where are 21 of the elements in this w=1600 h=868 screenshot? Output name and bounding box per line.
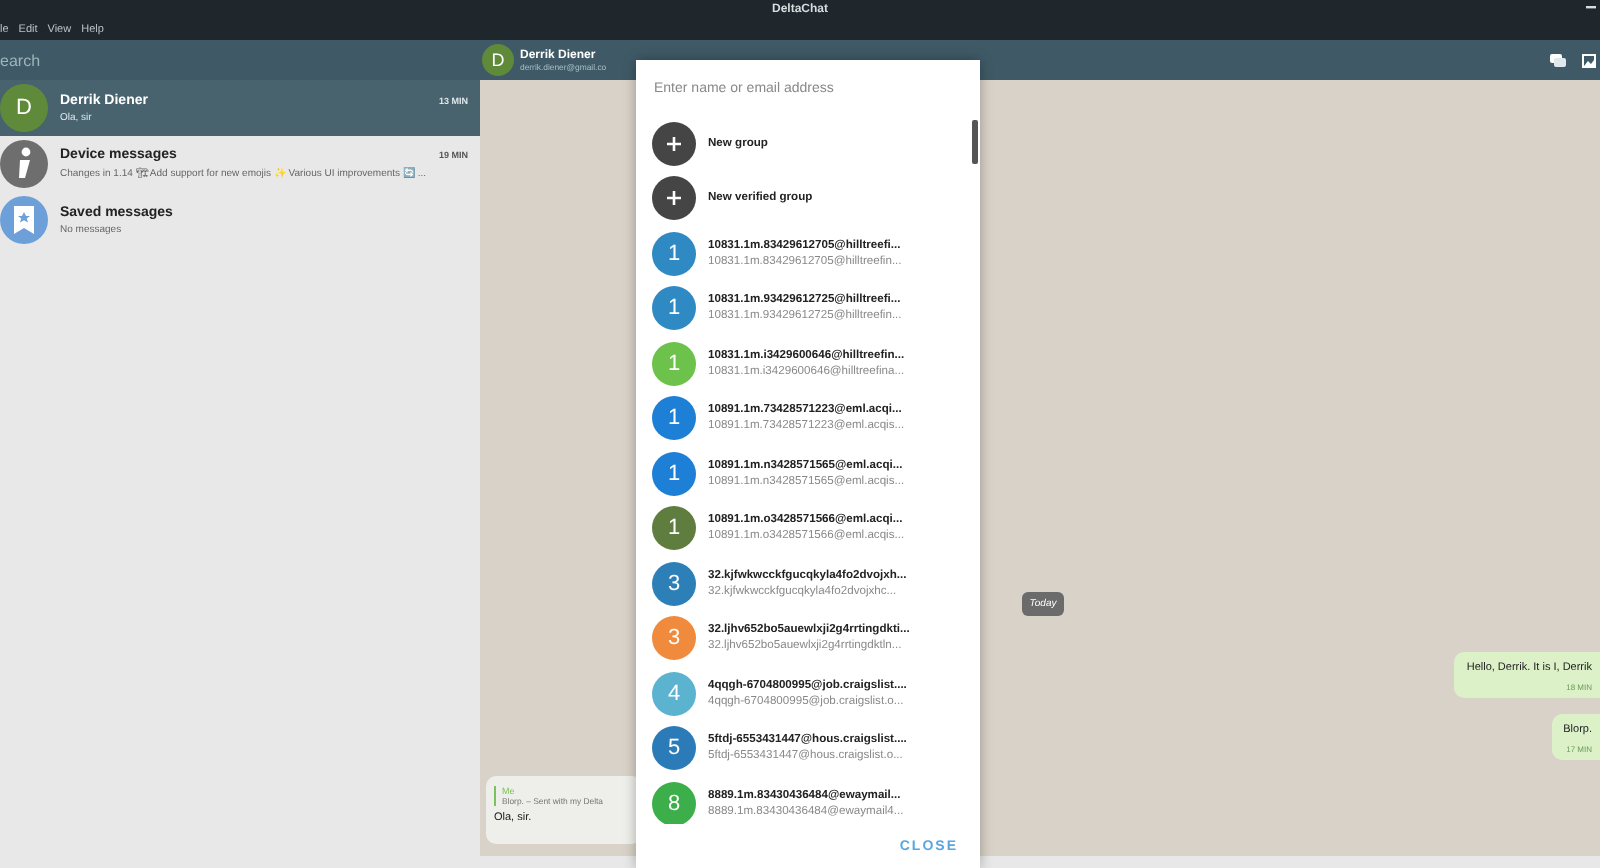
contact-avatar: 5: [652, 726, 696, 771]
contact-avatar: 3: [652, 616, 696, 661]
scrollbar-thumb[interactable]: [972, 120, 978, 164]
contact-avatar: 1: [652, 451, 696, 496]
bookmark-icon: [0, 196, 48, 244]
plus-icon: [652, 176, 696, 221]
minimize-icon[interactable]: [1586, 6, 1596, 10]
chat-bubbles-icon[interactable]: [1550, 53, 1566, 67]
contact-avatar: 8: [652, 781, 696, 824]
contact-avatar: 1: [652, 396, 696, 441]
info-icon: [0, 140, 48, 188]
contact-avatar: 4: [652, 671, 696, 716]
contact-avatar: D: [0, 84, 48, 132]
contact-avatar: 1: [652, 341, 696, 386]
contact-avatar: 3: [652, 561, 696, 606]
plus-icon: [652, 121, 696, 166]
contact-avatar: D: [482, 44, 514, 76]
contact-avatar: 1: [652, 286, 696, 331]
contact-avatar: 1: [652, 231, 696, 276]
image-icon[interactable]: [1582, 53, 1596, 67]
contact-avatar: 1: [652, 506, 696, 551]
